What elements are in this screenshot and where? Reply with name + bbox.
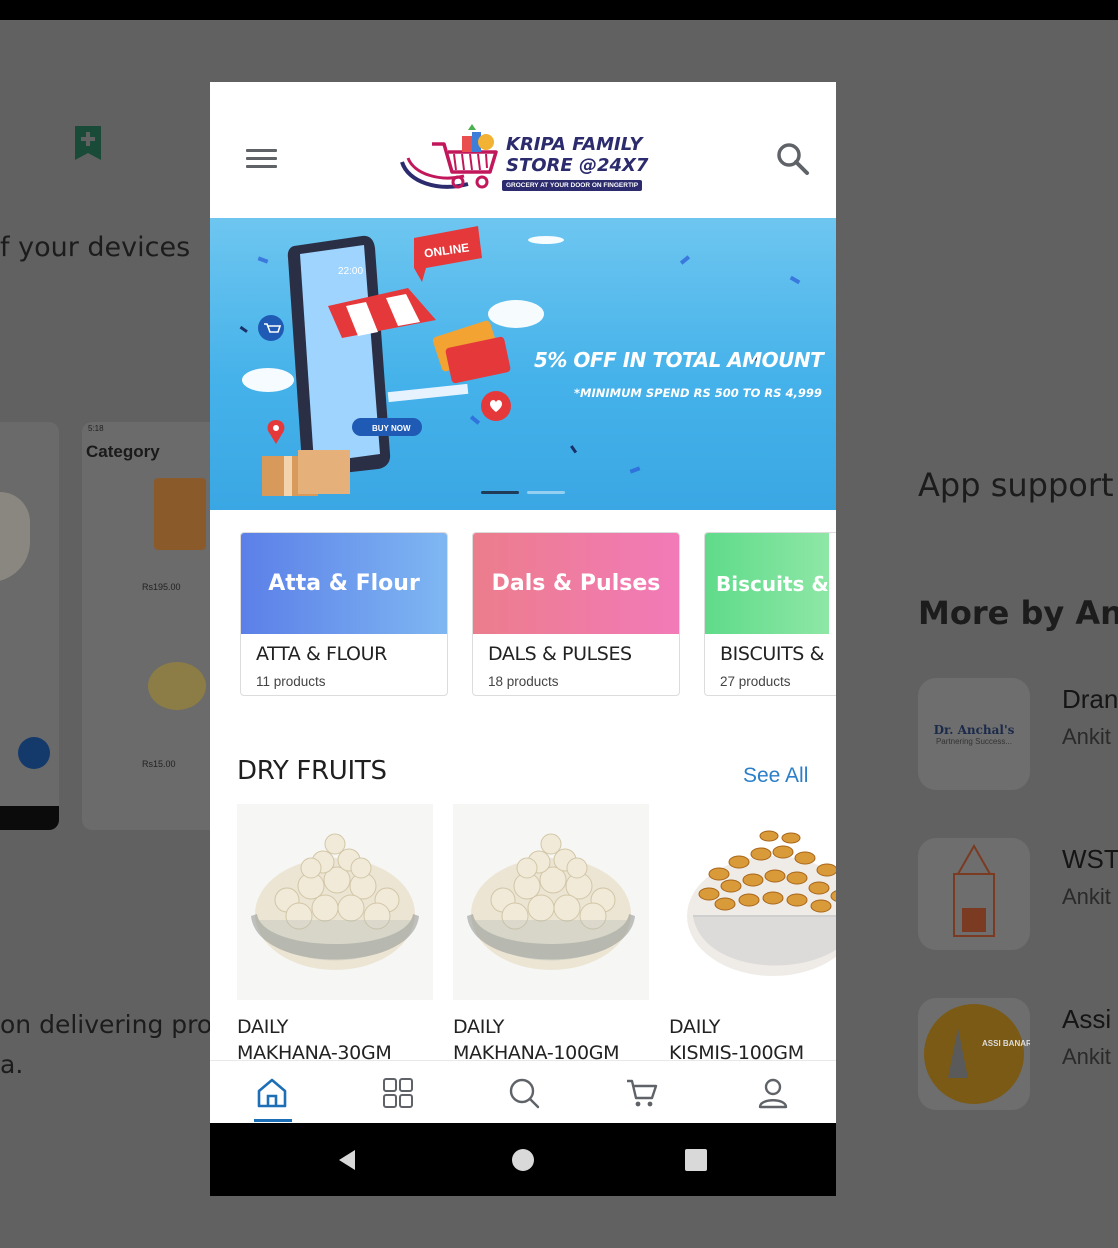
search-icon [509, 1078, 540, 1109]
related-app-developer: Ankit [1062, 884, 1111, 909]
chat-icon [18, 737, 50, 769]
store-logo[interactable]: KRIPA FAMILY STORE @24X7 GROCERY AT YOUR… [398, 122, 648, 200]
app-screen: KRIPA FAMILY STORE @24X7 GROCERY AT YOUR… [210, 82, 836, 1196]
status-bar [0, 0, 1118, 20]
product-carousel[interactable]: DAILY MAKHANA-30GM DAILY MAKHANA-100GM D… [210, 802, 836, 1062]
category-card-biscuits[interactable]: Biscuits & BISCUITS & 27 products [704, 532, 836, 696]
product-card[interactable]: DAILY MAKHANA-100GM [453, 804, 649, 1062]
bookmark-add-icon[interactable] [72, 124, 104, 162]
description-text: on delivering pro a. [0, 1010, 213, 1079]
back-icon[interactable] [335, 1147, 361, 1173]
home-circle-icon[interactable] [510, 1147, 536, 1173]
category-card-atta-flour[interactable]: Atta & Flour ATTA & FLOUR 11 products [240, 532, 448, 696]
category-name: ATTA & FLOUR [256, 643, 387, 665]
related-app-developer: Ankit [1062, 1044, 1111, 1069]
product-name: DAILY KISMIS-100GM [669, 1016, 804, 1062]
product-image [148, 662, 206, 710]
related-app-title[interactable]: Dran [1062, 684, 1118, 715]
related-app-icon[interactable]: ASSI BANARAS [918, 998, 1030, 1110]
related-app-icon[interactable]: Dr. Anchal's Partnering Success... [918, 678, 1030, 790]
nav-home[interactable] [248, 1071, 296, 1115]
product-name: DAILY MAKHANA-100GM [453, 1016, 620, 1062]
screenshot-title: Category [86, 442, 160, 461]
svg-text:ASSI BANARAS: ASSI BANARAS [982, 1039, 1030, 1048]
grid-icon [383, 1078, 413, 1108]
banner-headline: 5% OFF IN TOTAL AMOUNT [534, 348, 824, 372]
product-image [237, 804, 433, 1000]
profile-icon [758, 1078, 788, 1109]
svg-text:BUY NOW: BUY NOW [372, 424, 411, 433]
product-card[interactable]: DAILY KISMIS-100GM [669, 804, 836, 1062]
app-screenshot-1[interactable] [0, 422, 59, 830]
food-image [0, 492, 30, 582]
category-name: BISCUITS & [720, 643, 824, 665]
nav-categories[interactable] [374, 1071, 422, 1115]
related-app-icon[interactable] [918, 838, 1030, 950]
app-logo: Dr. Anchal's Partnering Success... [933, 722, 1015, 746]
temple-icon: ASSI BANARAS [924, 1004, 1030, 1104]
category-image: Biscuits & [705, 533, 829, 634]
related-app-developer: Ankit [1062, 724, 1111, 749]
carousel-indicator-active[interactable] [481, 491, 519, 494]
logo-tagline: GROCERY AT YOUR DOOR ON FINGERTIP [502, 180, 643, 191]
carousel-indicator[interactable] [527, 491, 565, 494]
banner-subline: *MINIMUM SPEND RS 500 TO RS 4,999 [574, 386, 822, 400]
building-icon [953, 843, 995, 937]
menu-button[interactable] [244, 144, 282, 178]
cart-icon [627, 1079, 658, 1107]
nav-active-indicator [254, 1119, 292, 1122]
product-card[interactable]: DAILY MAKHANA-30GM [237, 804, 433, 1062]
category-image: Atta & Flour [241, 533, 447, 634]
home-icon [257, 1078, 287, 1108]
see-all-link[interactable]: See All [743, 764, 808, 788]
product-image [669, 804, 836, 1000]
nav-search[interactable] [500, 1071, 548, 1115]
app-support-heading[interactable]: App support [918, 466, 1114, 504]
section-title: DRY FRUITS [237, 756, 387, 786]
category-name: DALS & PULSES [488, 643, 632, 665]
category-carousel[interactable]: Atta & Flour ATTA & FLOUR 11 products Da… [210, 510, 836, 700]
product-pack-image [154, 478, 206, 550]
more-by-heading[interactable]: More by Ank [918, 594, 1118, 632]
recents-icon[interactable] [683, 1147, 709, 1173]
search-icon[interactable] [774, 140, 812, 178]
menu-icon [246, 149, 277, 152]
svg-text:22:00: 22:00 [338, 266, 363, 277]
screenshot-price: Rs15.00 [142, 759, 176, 769]
nav-profile[interactable] [749, 1071, 797, 1115]
category-image: Dals & Pulses [473, 533, 679, 634]
devices-text: f your devices [0, 232, 191, 263]
category-count: 11 products [256, 674, 326, 689]
app-header: KRIPA FAMILY STORE @24X7 GROCERY AT YOUR… [210, 82, 836, 218]
bottom-navigation [210, 1060, 836, 1123]
related-app-title[interactable]: WST [1062, 844, 1118, 875]
product-name: DAILY MAKHANA-30GM [237, 1016, 392, 1062]
app-screenshot-2[interactable]: 5:18 Category Rs195.00 Rs15.00 [82, 422, 222, 830]
category-count: 27 products [720, 674, 791, 689]
category-count: 18 products [488, 674, 559, 689]
related-app-title[interactable]: Assi [1062, 1004, 1111, 1035]
promo-banner[interactable]: 22:00 BUY NOW ONLINE 5% OFF IN TOTAL AMO… [210, 218, 836, 510]
screenshot-price: Rs195.00 [142, 582, 181, 592]
system-navigation-bar [210, 1123, 836, 1196]
logo-text: KRIPA FAMILY STORE @24X7 [506, 134, 649, 176]
screenshot-nav [0, 806, 59, 830]
nav-cart[interactable] [618, 1071, 666, 1115]
category-card-dals-pulses[interactable]: Dals & Pulses DALS & PULSES 18 products [472, 532, 680, 696]
product-image [453, 804, 649, 1000]
screenshot-time: 5:18 [88, 424, 104, 433]
cart-logo-icon [400, 124, 498, 189]
